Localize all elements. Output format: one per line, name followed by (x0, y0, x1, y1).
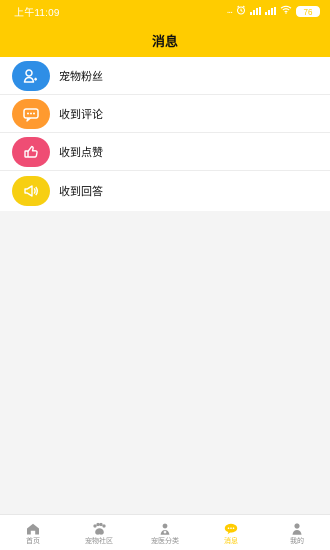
messages-page: 上午11:09 ... 76 消息 宠物粉丝 收到评论 收到点赞 收到回答 首页… (0, 0, 330, 550)
speaker-icon (12, 176, 50, 206)
message-item-label: 收到回答 (59, 185, 103, 198)
nav-label: 我的 (290, 536, 304, 545)
message-item-comments[interactable]: 收到评论 (0, 95, 330, 133)
wifi-icon (280, 5, 292, 17)
page-title: 消息 (151, 35, 178, 50)
profile-icon (289, 522, 305, 536)
message-item-fans[interactable]: 宠物粉丝 (0, 57, 330, 95)
signal-icon (250, 7, 261, 15)
message-item-answers[interactable]: 收到回答 (0, 171, 330, 211)
doctor-icon (157, 522, 173, 536)
bottom-navigation: 首页 宠物社区 宠医分类 消息 我的 (0, 514, 330, 550)
home-icon (25, 522, 41, 536)
message-item-label: 收到点赞 (59, 145, 103, 159)
signal-icon-secondary (265, 7, 276, 15)
status-bar: 上午11:09 ... 76 (0, 0, 330, 22)
paw-icon (91, 522, 107, 536)
nav-label: 宠物社区 (85, 536, 113, 545)
nav-pet-community[interactable]: 宠物社区 (66, 516, 132, 550)
message-icon (223, 522, 239, 536)
nav-label: 首页 (26, 536, 40, 545)
message-item-label: 收到评论 (59, 107, 103, 121)
user-icon (12, 60, 50, 91)
nav-label: 宠医分类 (151, 536, 179, 545)
nav-profile[interactable]: 我的 (264, 516, 330, 550)
status-icons: ... 76 (227, 5, 320, 18)
comment-icon (12, 98, 50, 129)
message-item-likes[interactable]: 收到点赞 (0, 133, 330, 171)
message-item-label: 宠物粉丝 (59, 69, 103, 83)
thumbs-up-icon (12, 136, 50, 167)
nav-pet-doctor-category[interactable]: 宠医分类 (132, 516, 198, 550)
top-bar: 上午11:09 ... 76 消息 (0, 0, 330, 61)
nav-label: 消息 (224, 536, 238, 545)
status-dots: ... (226, 5, 233, 16)
battery-icon: 76 (296, 5, 320, 17)
status-time: 上午11:09 (14, 7, 60, 19)
alarm-icon (236, 5, 246, 18)
nav-home[interactable]: 首页 (0, 516, 66, 550)
nav-messages[interactable]: 消息 (198, 516, 264, 550)
message-list: 宠物粉丝 收到评论 收到点赞 收到回答 (0, 57, 330, 211)
